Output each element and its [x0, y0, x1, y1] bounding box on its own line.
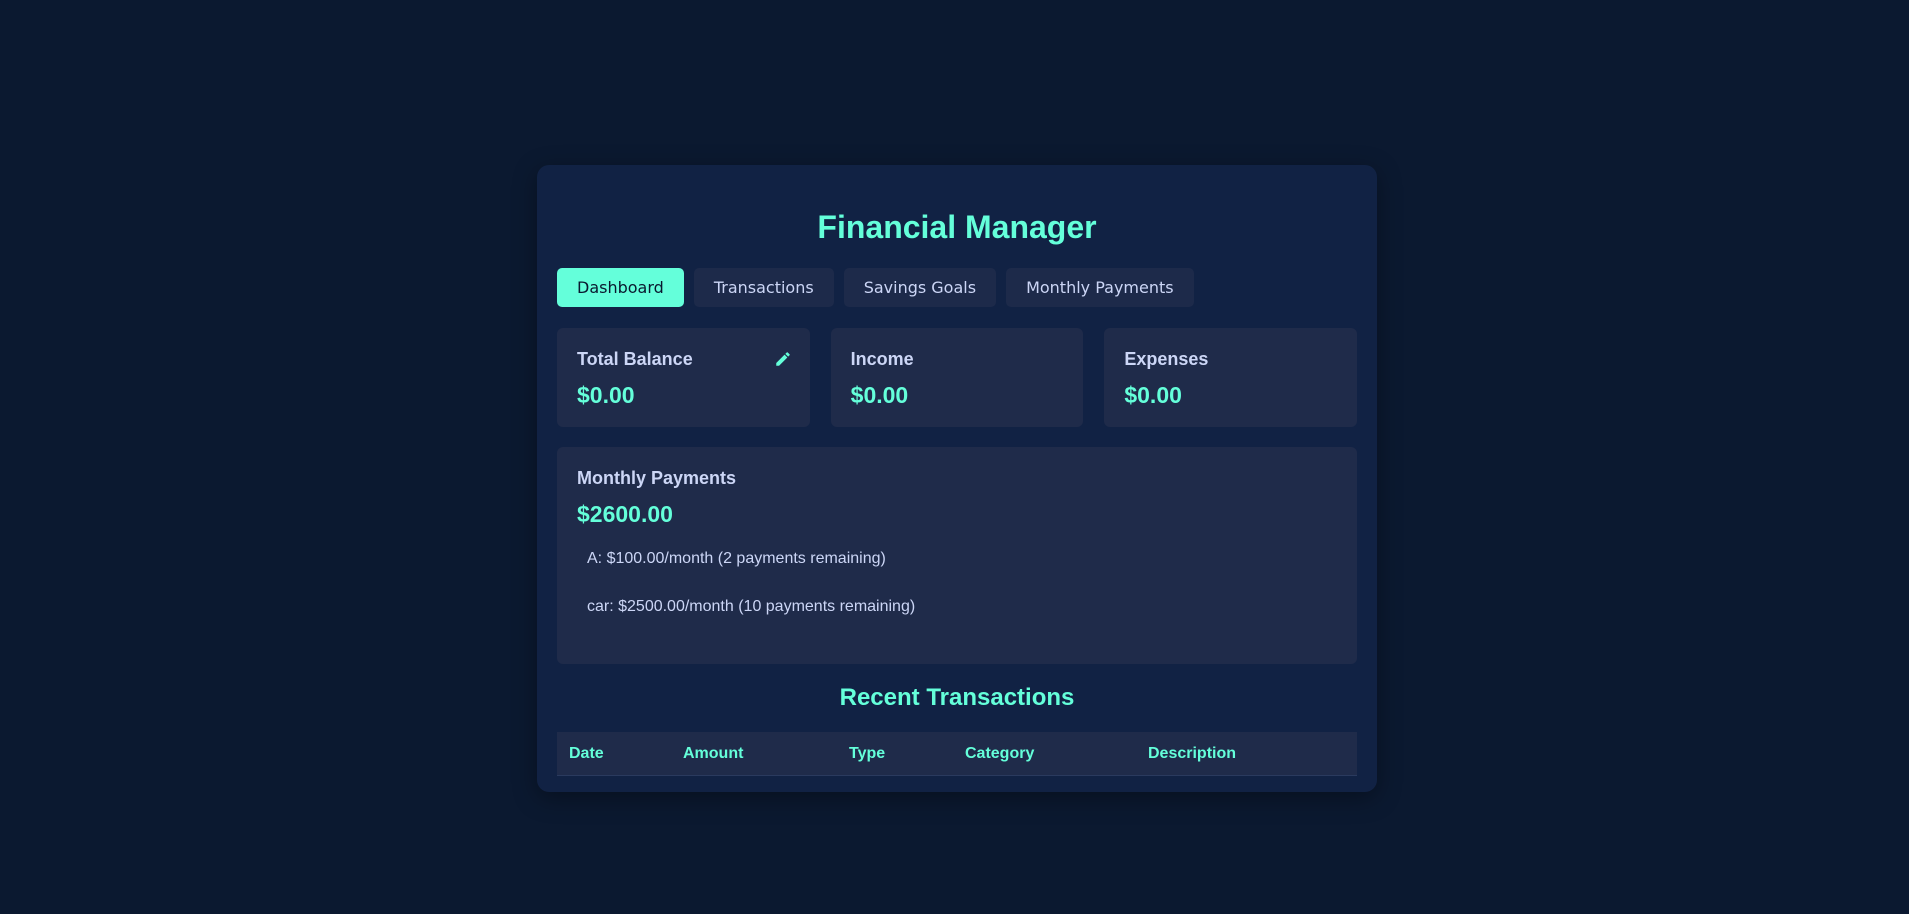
column-header-amount[interactable]: Amount	[671, 732, 837, 776]
tab-monthly-payments[interactable]: Monthly Payments	[1006, 268, 1194, 307]
column-header-category[interactable]: Category	[953, 732, 1136, 776]
tab-transactions[interactable]: Transactions	[693, 268, 834, 307]
expenses-label: Expenses	[1124, 349, 1209, 369]
expenses-card: Expenses $0.00	[1104, 328, 1358, 427]
monthly-payments-label: Monthly Payments	[577, 468, 737, 488]
tab-dashboard[interactable]: Dashboard	[557, 268, 684, 307]
total-balance-card: Total Balance $0.00	[557, 328, 810, 427]
income-label: Income	[850, 349, 914, 369]
monthly-payments-total: $2600.00	[577, 501, 673, 527]
income-value: $0.00	[850, 382, 909, 408]
monthly-payments-card: Monthly Payments $2600.00 A: $100.00/mon…	[557, 447, 1357, 664]
transactions-table: Date Amount Type Category Description	[557, 732, 1357, 776]
payment-item: car: $2500.00/month (10 payments remaini…	[587, 598, 916, 615]
summary-cards: Total Balance $0.00 Income $0.00 Expense…	[557, 328, 1358, 427]
app-container: Financial Manager Dashboard Transactions…	[537, 165, 1377, 792]
total-balance-label: Total Balance	[577, 349, 693, 369]
total-balance-value: $0.00	[577, 382, 635, 408]
column-header-date[interactable]: Date	[557, 732, 671, 776]
expenses-value: $0.00	[1124, 382, 1182, 408]
column-header-type[interactable]: Type	[837, 732, 953, 776]
table-header-row: Date Amount Type Category Description	[557, 732, 1357, 776]
page-title: Financial Manager	[817, 209, 1097, 245]
income-card: Income $0.00	[830, 328, 1084, 427]
payment-item: A: $100.00/month (2 payments remaining)	[587, 550, 886, 567]
tab-savings-goals[interactable]: Savings Goals	[843, 268, 997, 307]
column-header-description[interactable]: Description	[1136, 732, 1357, 776]
recent-transactions-title: Recent Transactions	[839, 684, 1075, 711]
pencil-icon[interactable]	[774, 350, 792, 368]
nav-tabs: Dashboard Transactions Savings Goals Mon…	[557, 268, 1357, 307]
